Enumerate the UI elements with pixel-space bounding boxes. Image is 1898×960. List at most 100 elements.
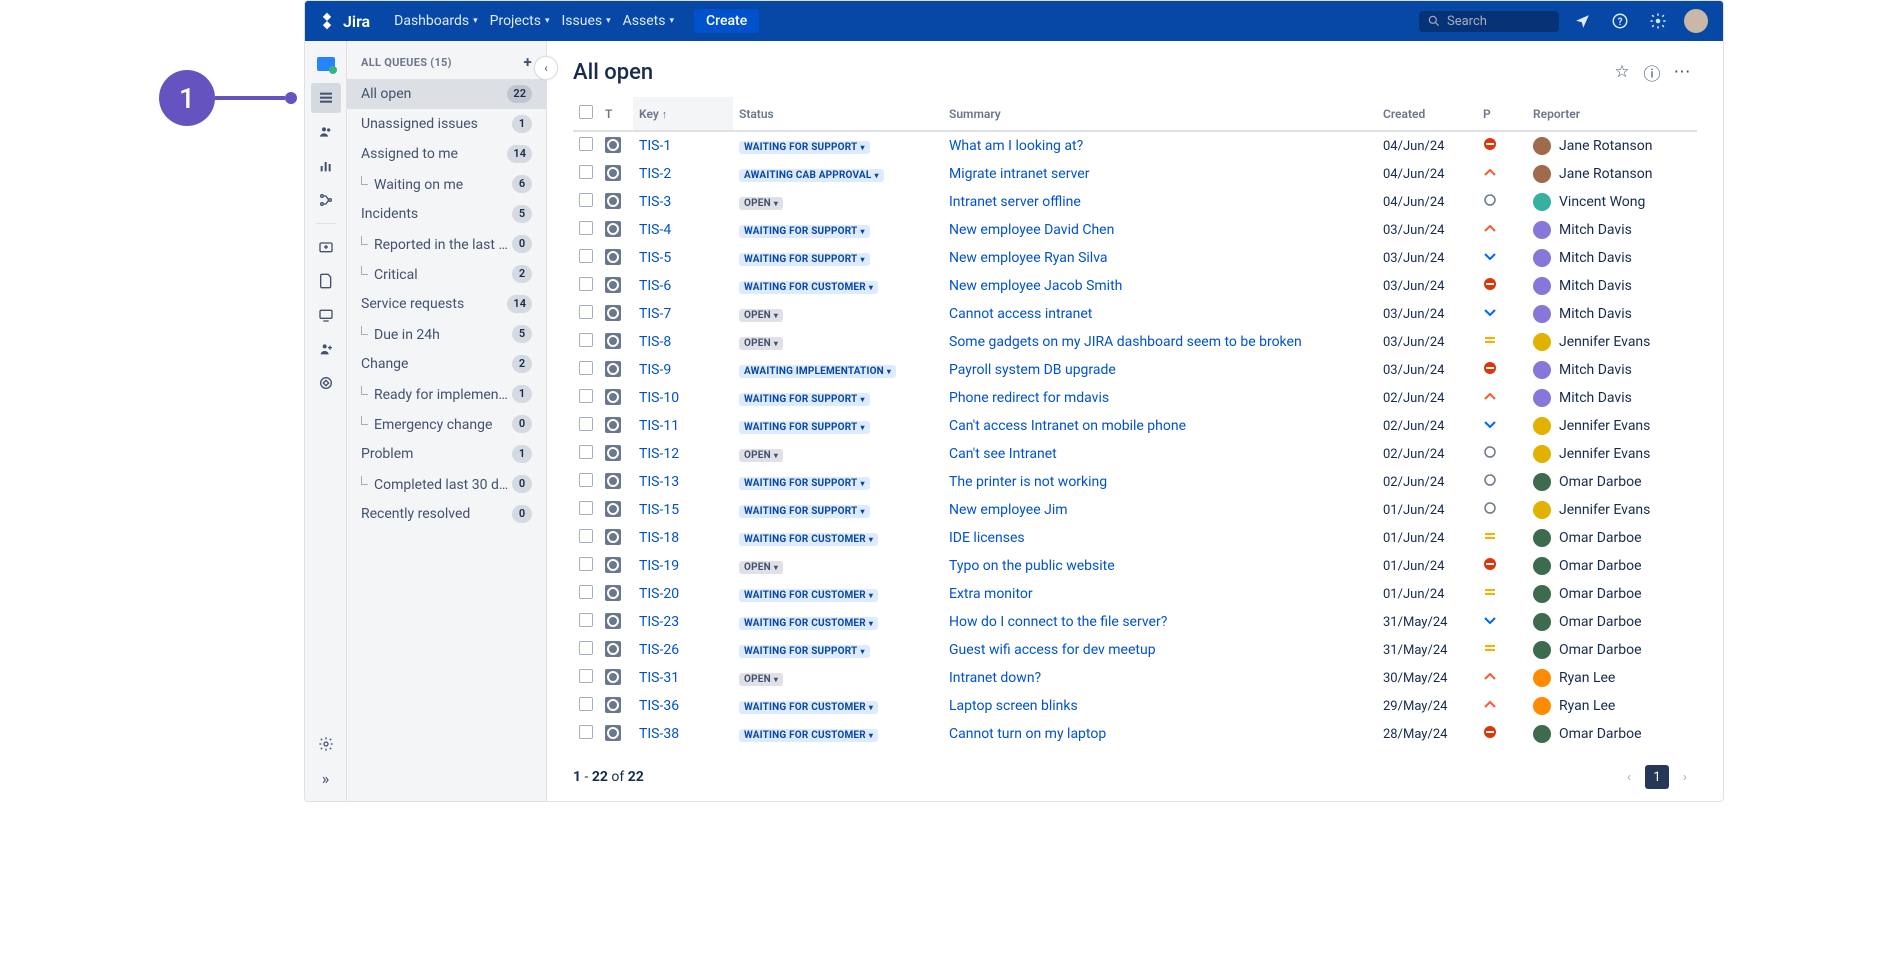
channels-icon[interactable] — [311, 300, 341, 330]
issue-summary-link[interactable]: Laptop screen blinks — [949, 698, 1078, 714]
collapse-sidebar-button[interactable]: ‹ — [534, 56, 558, 80]
status-badge[interactable]: WAITING FOR CUSTOMER ▾ — [739, 729, 878, 742]
issue-key-link[interactable]: TIS-19 — [639, 558, 679, 574]
global-search[interactable] — [1419, 11, 1559, 32]
queue-item[interactable]: Critical2 — [347, 259, 546, 289]
queue-item[interactable]: Problem1 — [347, 439, 546, 469]
nav-assets[interactable]: Assets▾ — [617, 9, 680, 33]
issue-summary-link[interactable]: IDE licenses — [949, 530, 1025, 546]
project-icon[interactable] — [311, 49, 341, 79]
col-summary[interactable]: Summary — [943, 97, 1377, 131]
col-type[interactable]: T — [599, 97, 633, 131]
nav-projects[interactable]: Projects▾ — [484, 9, 556, 33]
row-checkbox[interactable] — [579, 557, 593, 571]
info-icon[interactable]: ⓘ — [1637, 57, 1667, 87]
status-badge[interactable]: WAITING FOR SUPPORT ▾ — [739, 393, 870, 406]
status-badge[interactable]: OPEN ▾ — [739, 309, 783, 322]
project-settings-icon[interactable] — [311, 729, 341, 759]
status-badge[interactable]: WAITING FOR SUPPORT ▾ — [739, 225, 870, 238]
issue-summary-link[interactable]: Intranet server offline — [949, 194, 1081, 210]
queue-item[interactable]: Incidents5 — [347, 199, 546, 229]
issue-summary-link[interactable]: New employee Jacob Smith — [949, 278, 1122, 294]
raise-request-icon[interactable] — [311, 232, 341, 262]
create-button[interactable]: Create — [694, 9, 759, 33]
issue-key-link[interactable]: TIS-1 — [639, 138, 671, 154]
search-input[interactable] — [1447, 14, 1547, 29]
row-checkbox[interactable] — [579, 165, 593, 179]
issue-key-link[interactable]: TIS-9 — [639, 362, 671, 378]
queue-item[interactable]: Emergency change0 — [347, 409, 546, 439]
add-queue-icon[interactable]: + — [524, 53, 532, 71]
status-badge[interactable]: WAITING FOR SUPPORT ▾ — [739, 141, 870, 154]
row-checkbox[interactable] — [579, 389, 593, 403]
reports-icon[interactable] — [311, 151, 341, 181]
row-checkbox[interactable] — [579, 445, 593, 459]
queues-icon[interactable] — [311, 83, 341, 113]
status-badge[interactable]: OPEN ▾ — [739, 197, 783, 210]
row-checkbox[interactable] — [579, 249, 593, 263]
queue-item[interactable]: Recently resolved0 — [347, 499, 546, 529]
col-status[interactable]: Status — [733, 97, 943, 131]
status-badge[interactable]: WAITING FOR SUPPORT ▾ — [739, 421, 870, 434]
status-badge[interactable]: WAITING FOR CUSTOMER ▾ — [739, 617, 878, 630]
status-badge[interactable]: WAITING FOR CUSTOMER ▾ — [739, 533, 878, 546]
issue-summary-link[interactable]: Typo on the public website — [949, 558, 1115, 574]
status-badge[interactable]: OPEN ▾ — [739, 449, 783, 462]
issue-summary-link[interactable]: Some gadgets on my JIRA dashboard seem t… — [949, 334, 1302, 350]
queue-item[interactable]: Service requests14 — [347, 289, 546, 319]
status-badge[interactable]: WAITING FOR SUPPORT ▾ — [739, 253, 870, 266]
row-checkbox[interactable] — [579, 613, 593, 627]
issue-summary-link[interactable]: Can't see Intranet — [949, 446, 1057, 462]
select-all-checkbox[interactable] — [579, 105, 593, 119]
row-checkbox[interactable] — [579, 725, 593, 739]
settings-icon[interactable] — [1643, 6, 1673, 36]
issue-key-link[interactable]: TIS-7 — [639, 306, 671, 322]
status-badge[interactable]: OPEN ▾ — [739, 337, 783, 350]
next-page-button[interactable]: › — [1673, 765, 1697, 789]
status-badge[interactable]: WAITING FOR SUPPORT ▾ — [739, 477, 870, 490]
issue-key-link[interactable]: TIS-13 — [639, 474, 679, 490]
issue-key-link[interactable]: TIS-20 — [639, 586, 679, 602]
status-badge[interactable]: WAITING FOR SUPPORT ▾ — [739, 645, 870, 658]
status-badge[interactable]: AWAITING CAB APPROVAL ▾ — [739, 169, 884, 182]
queue-item[interactable]: Due in 24h5 — [347, 319, 546, 349]
issue-key-link[interactable]: TIS-18 — [639, 530, 679, 546]
row-checkbox[interactable] — [579, 361, 593, 375]
issue-key-link[interactable]: TIS-38 — [639, 726, 679, 742]
issue-summary-link[interactable]: The printer is not working — [949, 474, 1107, 490]
issue-summary-link[interactable]: New employee David Chen — [949, 222, 1114, 238]
row-checkbox[interactable] — [579, 501, 593, 515]
queue-item[interactable]: Ready for implementati...1 — [347, 379, 546, 409]
issue-key-link[interactable]: TIS-12 — [639, 446, 679, 462]
issue-summary-link[interactable]: Cannot turn on my laptop — [949, 726, 1106, 742]
nav-dashboards[interactable]: Dashboards▾ — [388, 9, 483, 33]
status-badge[interactable]: WAITING FOR SUPPORT ▾ — [739, 505, 870, 518]
status-badge[interactable]: OPEN ▾ — [739, 561, 783, 574]
issue-key-link[interactable]: TIS-6 — [639, 278, 671, 294]
row-checkbox[interactable] — [579, 193, 593, 207]
issue-key-link[interactable]: TIS-26 — [639, 642, 679, 658]
issue-summary-link[interactable]: How do I connect to the file server? — [949, 614, 1167, 630]
issue-summary-link[interactable]: Extra monitor — [949, 586, 1033, 602]
row-checkbox[interactable] — [579, 221, 593, 235]
queue-item[interactable]: Reported in the last 60 ...0 — [347, 229, 546, 259]
issue-key-link[interactable]: TIS-4 — [639, 222, 671, 238]
issue-key-link[interactable]: TIS-8 — [639, 334, 671, 350]
row-checkbox[interactable] — [579, 305, 593, 319]
expand-icon[interactable]: » — [311, 763, 341, 793]
issue-key-link[interactable]: TIS-23 — [639, 614, 679, 630]
issue-summary-link[interactable]: What am I looking at? — [949, 138, 1083, 154]
services-icon[interactable] — [311, 185, 341, 215]
issue-summary-link[interactable]: Migrate intranet server — [949, 166, 1089, 182]
profile-avatar[interactable] — [1681, 6, 1711, 36]
invite-icon[interactable] — [311, 334, 341, 364]
issue-key-link[interactable]: TIS-5 — [639, 250, 671, 266]
queue-item[interactable]: Completed last 30 days0 — [347, 469, 546, 499]
row-checkbox[interactable] — [579, 277, 593, 291]
page-1-button[interactable]: 1 — [1645, 765, 1669, 789]
issue-key-link[interactable]: TIS-3 — [639, 194, 671, 210]
issue-key-link[interactable]: TIS-11 — [639, 418, 679, 434]
issue-key-link[interactable]: TIS-2 — [639, 166, 671, 182]
notifications-icon[interactable] — [1567, 6, 1597, 36]
more-icon[interactable]: ⋯ — [1667, 57, 1697, 87]
